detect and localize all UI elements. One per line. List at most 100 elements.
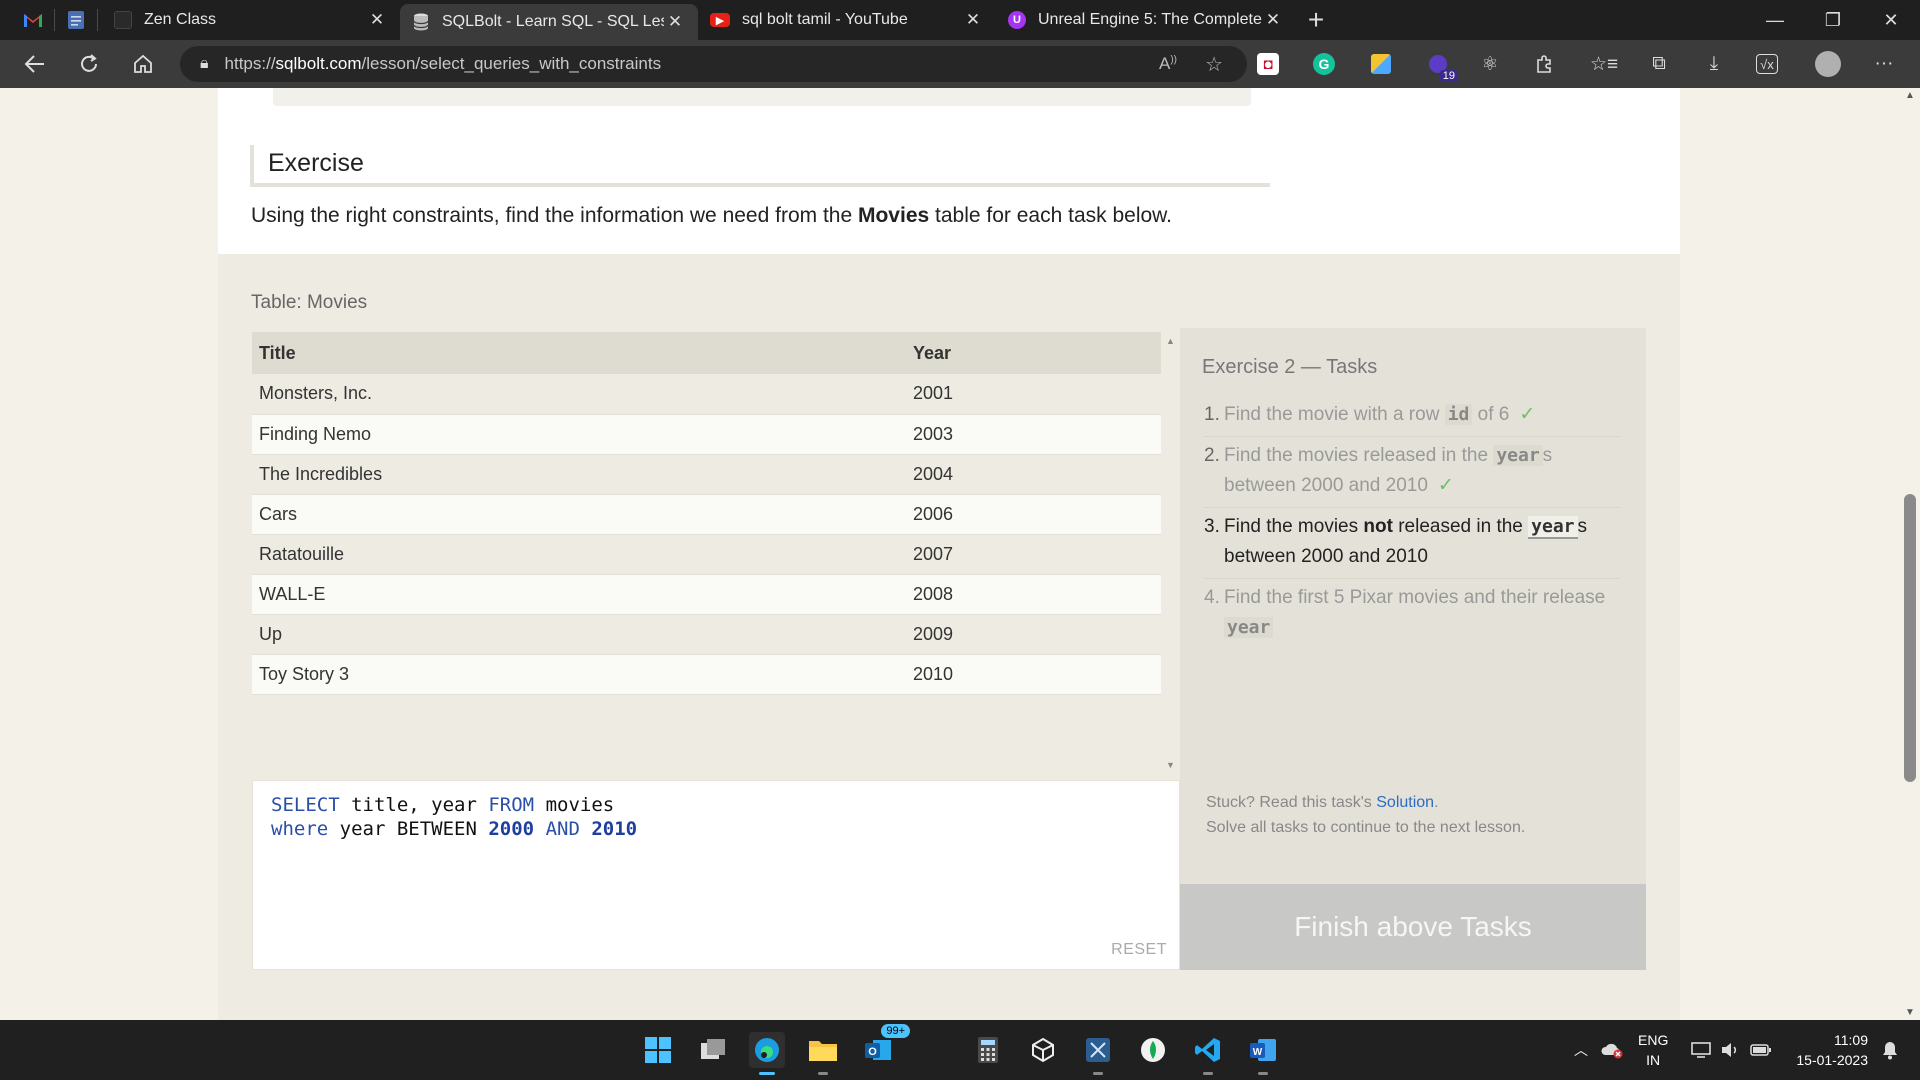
close-tab-icon[interactable]: ✕	[962, 10, 984, 30]
collections-icon[interactable]: ⧉	[1645, 50, 1673, 78]
mcafee-extension-icon[interactable]: ◘	[1257, 53, 1279, 75]
favorites-icon[interactable]: ☆≡	[1590, 50, 1618, 78]
youtube-icon: ▶	[710, 13, 730, 27]
home-button[interactable]	[116, 40, 170, 88]
cell-title: The Incredibles	[252, 454, 906, 495]
counter-extension-icon[interactable]: 19	[1424, 50, 1458, 82]
scroll-up-arrow-icon[interactable]: ▲	[1166, 336, 1175, 346]
tab-separator	[97, 9, 98, 31]
task-view-icon	[701, 1039, 725, 1059]
table-scrollbar[interactable]: ▲ ▼	[1161, 332, 1180, 774]
volume-icon[interactable]	[1718, 1020, 1742, 1080]
minimize-icon[interactable]: —	[1746, 0, 1804, 40]
language-indicator[interactable]: ENG IN	[1638, 1030, 1668, 1070]
tab-youtube[interactable]: ▶ sql bolt tamil - YouTube ✕	[698, 0, 996, 40]
gmail-pinned-tab[interactable]	[16, 0, 50, 40]
url-text[interactable]: https://sqlbolt.com/lesson/select_querie…	[225, 54, 662, 74]
refresh-button[interactable]	[62, 40, 116, 88]
grammarly-extension-icon[interactable]: G	[1310, 50, 1338, 78]
taskbar-snipping-tool[interactable]	[1080, 1032, 1116, 1075]
color-picker-extension-icon[interactable]	[1367, 50, 1395, 78]
table-row: The Incredibles 2004	[252, 454, 1161, 495]
cell-year: 2008	[906, 574, 1161, 615]
back-button[interactable]	[8, 40, 62, 88]
task-list: 1. Find the movie with a row id of 6 ✓ 2.…	[1204, 396, 1620, 649]
restore-icon[interactable]: ❐	[1804, 0, 1862, 40]
tab-separator	[54, 9, 55, 31]
home-icon	[134, 54, 152, 73]
extensions-icon[interactable]	[1530, 50, 1558, 78]
scrollbar-thumb[interactable]	[1904, 494, 1916, 782]
docs-pinned-tab[interactable]	[59, 0, 93, 40]
react-devtools-icon[interactable]: ⚛	[1476, 50, 1504, 78]
tab-title: sql bolt tamil - YouTube	[742, 11, 908, 28]
task-item[interactable]: 4. Find the first 5 Pixar movies and the…	[1204, 579, 1620, 649]
table-row: Up 2009	[252, 614, 1161, 655]
taskbar-calculator[interactable]	[970, 1032, 1006, 1068]
start-button[interactable]	[640, 1032, 676, 1068]
tab-unreal-course[interactable]: U Unreal Engine 5: The Complete B ✕	[996, 0, 1296, 40]
show-hidden-icons-chevron[interactable]: ︿	[1570, 1020, 1592, 1080]
taskbar-mongodb-compass[interactable]	[1135, 1032, 1171, 1068]
close-tab-icon[interactable]: ✕	[664, 12, 686, 32]
close-tab-icon[interactable]: ✕	[366, 10, 388, 30]
tab-sqlbolt[interactable]: SQLBolt - Learn SQL - SQL Lesso ✕	[400, 4, 698, 40]
downloads-icon[interactable]: ⤓	[1700, 50, 1728, 78]
cell-year: 2007	[906, 534, 1161, 575]
add-favorite-icon[interactable]: ☆	[1205, 52, 1223, 77]
close-window-icon[interactable]: ✕	[1862, 0, 1920, 40]
taskbar-file-explorer[interactable]	[805, 1032, 841, 1075]
profile-avatar[interactable]	[1814, 50, 1842, 78]
taskbar-edge[interactable]	[749, 1032, 785, 1075]
solution-link[interactable]: Solution	[1376, 794, 1434, 811]
taskbar-outlook[interactable]: O 99+	[860, 1024, 910, 1068]
task-item[interactable]: 1. Find the movie with a row id of 6 ✓	[1204, 396, 1620, 437]
folder-icon	[809, 1041, 837, 1061]
scroll-down-arrow-icon[interactable]: ▼	[1166, 760, 1175, 770]
taskbar-word[interactable]: W	[1245, 1032, 1281, 1075]
sql-query-text[interactable]: SELECT title, year FROM movies where yea…	[271, 793, 637, 841]
unity-icon	[1032, 1037, 1054, 1063]
edge-browser-icon	[755, 1038, 779, 1062]
taskbar-unity[interactable]	[1025, 1032, 1061, 1068]
read-aloud-icon[interactable]: A))	[1159, 54, 1177, 74]
task-item-current[interactable]: 3. Find the movies not released in the y…	[1204, 508, 1620, 579]
sql-query-editor[interactable]: SELECT title, year FROM movies where yea…	[252, 780, 1180, 970]
lock-icon[interactable]: 🔒︎	[200, 55, 209, 73]
cell-title: Cars	[252, 494, 906, 535]
display-icon[interactable]	[1688, 1020, 1714, 1080]
task-view-button[interactable]	[695, 1032, 731, 1068]
gmail-icon	[24, 14, 42, 27]
windows-taskbar: O 99+ W ︿ ENG IN 11:09 15-01-2023	[0, 1020, 1920, 1080]
back-arrow-icon	[24, 55, 44, 73]
browser-toolbar: 🔒︎ https://sqlbolt.com/lesson/select_que…	[0, 40, 1920, 88]
zen-class-icon	[114, 11, 132, 29]
settings-more-icon[interactable]: ···	[1870, 50, 1898, 78]
task-item[interactable]: 2. Find the movies released in the year s…	[1204, 437, 1620, 508]
notifications-icon[interactable]	[1876, 1020, 1904, 1080]
page-viewport: Exercise Using the right constraints, fi…	[0, 88, 1920, 1020]
windows-logo-icon	[645, 1037, 671, 1063]
reset-button[interactable]: RESET	[1111, 941, 1167, 959]
battery-icon[interactable]	[1748, 1020, 1774, 1080]
tab-zen-class[interactable]: Zen Class ✕	[102, 0, 400, 40]
cell-title: Ratatouille	[252, 534, 906, 575]
address-bar[interactable]: 🔒︎ https://sqlbolt.com/lesson/select_que…	[180, 46, 1247, 82]
calculator-icon	[978, 1037, 998, 1063]
scroll-down-arrow-icon[interactable]: ▼	[1905, 1007, 1915, 1018]
outlook-icon: O	[865, 1040, 891, 1060]
exercise-intro: Using the right constraints, find the in…	[251, 204, 1172, 227]
new-tab-button[interactable]: +	[1296, 0, 1336, 40]
finish-tasks-button[interactable]: Finish above Tasks	[1180, 884, 1646, 970]
tasks-panel: Exercise 2 — Tasks 1. Find the movie wit…	[1180, 328, 1646, 970]
close-tab-icon[interactable]: ✕	[1262, 10, 1284, 30]
system-clock[interactable]: 11:09 15-01-2023	[1796, 1030, 1868, 1070]
tab-title: Zen Class	[144, 11, 217, 28]
math-solver-icon[interactable]: √x	[1756, 54, 1778, 74]
taskbar-vscode[interactable]	[1190, 1032, 1226, 1075]
udemy-icon: U	[1008, 11, 1026, 29]
page-scrollbar[interactable]: ▲ ▼	[1900, 88, 1920, 1020]
checkmark-icon: ✓	[1519, 404, 1536, 425]
onedrive-error-icon[interactable]	[1598, 1020, 1626, 1080]
scroll-up-arrow-icon[interactable]: ▲	[1905, 90, 1915, 101]
